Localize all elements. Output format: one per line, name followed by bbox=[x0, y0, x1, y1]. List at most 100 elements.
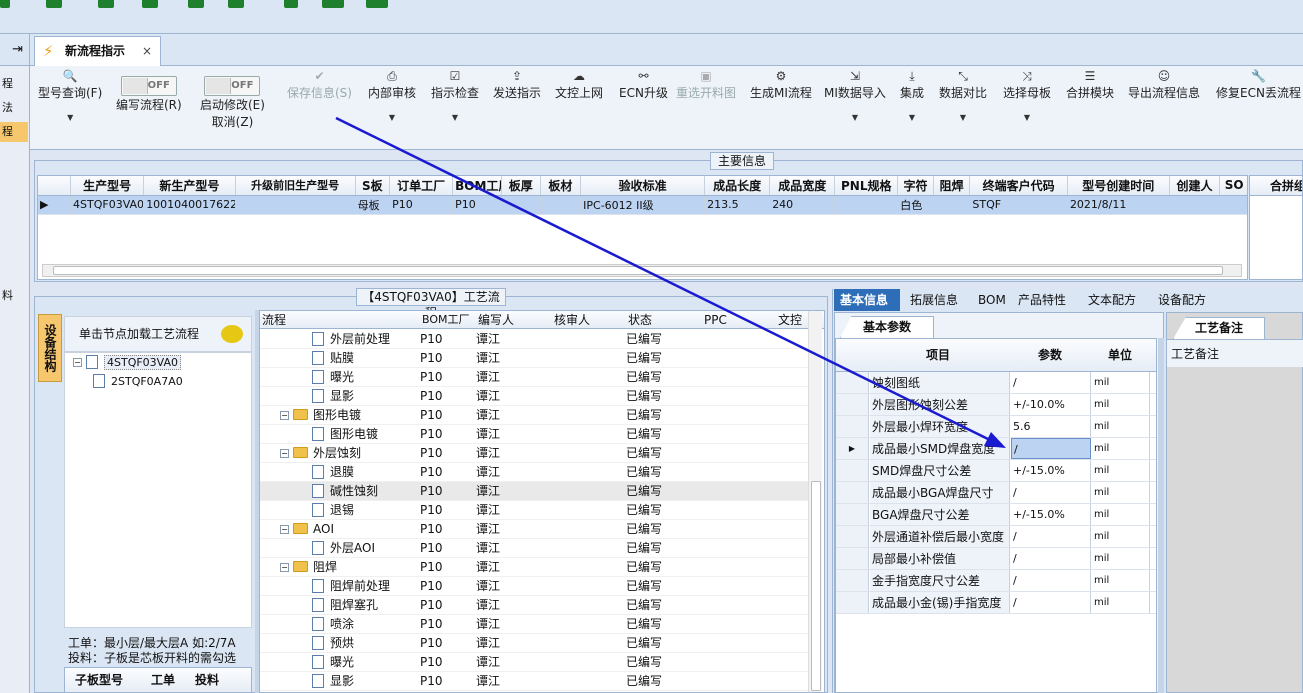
param-row[interactable]: SMD焊盘尺寸公差 +/-15.0% mil bbox=[836, 460, 1156, 482]
cell[interactable]: 白色 bbox=[897, 195, 934, 215]
param-value[interactable]: / bbox=[1011, 372, 1091, 393]
flow-row[interactable]: 碱性蚀刻 P10 谭江 已编写 bbox=[260, 482, 808, 501]
nav-item[interactable]: 料 bbox=[0, 286, 28, 306]
flow-row[interactable]: 阻焊塞孔 P10 谭江 已编写 bbox=[260, 596, 808, 615]
param-row[interactable]: BGA焊盘尺寸公差 +/-15.0% mil bbox=[836, 504, 1156, 526]
param-row[interactable]: 外层通道补偿后最小宽度 / mil bbox=[836, 526, 1156, 548]
cell[interactable] bbox=[235, 195, 356, 215]
dropdown-arrow-icon[interactable]: ▼ bbox=[900, 113, 924, 122]
param-row[interactable]: 外层图形蚀刻公差 +/-10.0% mil bbox=[836, 394, 1156, 416]
dropdown-arrow-icon[interactable]: ▼ bbox=[824, 113, 886, 122]
vertical-scrollbar[interactable] bbox=[808, 311, 822, 692]
column-header[interactable]: 板材 bbox=[540, 176, 582, 196]
cell[interactable]: 4STQF03VA0 bbox=[70, 195, 145, 215]
cell[interactable] bbox=[540, 195, 582, 215]
report-icon[interactable] bbox=[322, 0, 344, 8]
column-header[interactable]: 生产型号 bbox=[70, 176, 145, 196]
column-header[interactable]: 成品宽度 bbox=[769, 176, 836, 196]
flow-grid[interactable]: 流程 BOM工厂 编写人 核审人 状态 PPC 文控 外层前处理 P10 谭江 已编写… bbox=[259, 310, 825, 693]
right-tab[interactable]: 产品特性 bbox=[1012, 289, 1078, 311]
reselect-cutting-button[interactable]: ▣ 重选开料图 bbox=[676, 68, 736, 101]
dropdown-arrow-icon[interactable]: ▼ bbox=[368, 113, 416, 122]
cell[interactable]: 213.5 bbox=[704, 195, 771, 215]
flow-row[interactable]: 喷涂 P10 谭江 已编写 bbox=[260, 615, 808, 634]
collapse-icon[interactable]: − bbox=[280, 411, 289, 420]
tools-icon[interactable] bbox=[98, 0, 114, 8]
column-header[interactable]: 字符 bbox=[897, 176, 934, 196]
splitter[interactable] bbox=[1158, 338, 1164, 693]
column-header[interactable]: 订单工厂 bbox=[389, 176, 454, 196]
flow-row[interactable]: 图形电镀 P10 谭江 已编写 bbox=[260, 425, 808, 444]
flow-row[interactable]: − AOI P10 谭江 已编写 bbox=[260, 520, 808, 539]
cell[interactable] bbox=[501, 195, 541, 215]
flow-row[interactable]: 外层前处理 P10 谭江 已编写 bbox=[260, 330, 808, 349]
flow-row[interactable]: 显影 P10 谭江 已编写 bbox=[260, 387, 808, 406]
bottle-icon[interactable] bbox=[284, 0, 298, 8]
right-tab[interactable]: 基本信息 bbox=[834, 289, 900, 311]
model-tree[interactable]: −4STQF03VA0 2STQF0A7A0 bbox=[64, 352, 252, 628]
column-header[interactable]: 阻焊 bbox=[933, 176, 971, 196]
export-flow-info-button[interactable]: ☺ 导出流程信息 bbox=[1128, 68, 1200, 101]
flow-row[interactable]: 显影 P10 谭江 已编写 bbox=[260, 672, 808, 691]
edit-flow-toggle[interactable]: OFF 编写流程(R) bbox=[116, 76, 182, 113]
flow-row[interactable]: − 阻焊 P10 谭江 已编写 bbox=[260, 558, 808, 577]
flow-row[interactable]: 退膜 P10 谭江 已编写 bbox=[260, 463, 808, 482]
column-header[interactable]: PNL规格 bbox=[834, 176, 899, 196]
start-edit-toggle[interactable]: OFF 启动修改(E) 取消(Z) bbox=[200, 76, 265, 130]
collapse-icon[interactable]: − bbox=[280, 449, 289, 458]
collapse-icon[interactable]: − bbox=[73, 358, 82, 367]
flow-row[interactable]: − 外层蚀刻 P10 谭江 已编写 bbox=[260, 444, 808, 463]
collapse-icon[interactable]: − bbox=[280, 563, 289, 572]
param-row[interactable]: 外层最小焊环宽度 5.6 mil bbox=[836, 416, 1156, 438]
tab-close-icon[interactable]: × bbox=[142, 37, 152, 65]
param-row[interactable]: 蚀刻图纸 / mil bbox=[836, 372, 1156, 394]
scrollbar-thumb[interactable] bbox=[53, 266, 1223, 275]
horizontal-scrollbar[interactable] bbox=[42, 264, 1242, 277]
export-icon[interactable] bbox=[366, 0, 388, 8]
flow-row[interactable]: 阻焊前处理 P10 谭江 已编写 bbox=[260, 577, 808, 596]
save-icon[interactable] bbox=[142, 0, 158, 8]
param-row[interactable]: ▶ 成品最小SMD焊盘宽度 / mil bbox=[836, 438, 1156, 460]
generate-mi-button[interactable]: ⚙ 生成MI流程 bbox=[750, 68, 812, 101]
cell[interactable]: 10010400176221 bbox=[143, 195, 236, 215]
ecn-upgrade-button[interactable]: ⚯ ECN升级 bbox=[619, 68, 668, 101]
param-row[interactable]: 局部最小补偿值 / mil bbox=[836, 548, 1156, 570]
flow-row[interactable]: − 图形电镀 P10 谭江 已编写 bbox=[260, 406, 808, 425]
param-value[interactable]: +/-15.0% bbox=[1011, 460, 1091, 481]
flow-row[interactable]: 预烘 P10 谭江 已编写 bbox=[260, 634, 808, 653]
cell[interactable] bbox=[1169, 195, 1221, 215]
nav-item[interactable]: 程 bbox=[0, 74, 28, 94]
param-value[interactable]: +/-10.0% bbox=[1011, 394, 1091, 415]
cell[interactable]: P10 bbox=[389, 195, 454, 215]
tab-process-notes[interactable]: 工艺备注 bbox=[1173, 317, 1265, 339]
column-header[interactable]: BOM工厂 bbox=[452, 176, 502, 196]
cell[interactable]: STQF bbox=[969, 195, 1068, 215]
param-row[interactable]: 金手指宽度尺寸公差 / mil bbox=[836, 570, 1156, 592]
cell[interactable]: 2021/8/11 bbox=[1067, 195, 1170, 215]
right-tab[interactable]: 设备配方 bbox=[1152, 289, 1216, 311]
params-grid[interactable]: 项目 参数 单位 蚀刻图纸 / mil 外层图形蚀刻公差 +/-10.0% mil 外层最小… bbox=[835, 338, 1157, 693]
chart-icon[interactable] bbox=[228, 0, 244, 8]
param-row[interactable]: 成品最小BGA焊盘尺寸 / mil bbox=[836, 482, 1156, 504]
login-icon[interactable]: ⇥ bbox=[0, 34, 29, 66]
cell[interactable]: 240 bbox=[769, 195, 836, 215]
dropdown-arrow-icon[interactable]: ▼ bbox=[431, 113, 479, 122]
param-value[interactable]: +/-15.0% bbox=[1011, 504, 1091, 525]
copy-icon[interactable] bbox=[188, 0, 204, 8]
mi-import-button[interactable]: ⇲ MI数据导入 ▼ bbox=[824, 68, 886, 122]
send-instruction-button[interactable]: ⇪ 发送指示 bbox=[493, 68, 541, 101]
dropdown-arrow-icon[interactable]: ▼ bbox=[939, 113, 987, 122]
main-info-grid[interactable]: 生产型号新生产型号升级前旧生产型号S板订单工厂BOM工厂板厚板材验收标准成品长度… bbox=[37, 175, 1248, 280]
internal-review-button[interactable]: ⎙ 内部审核 ▼ bbox=[368, 68, 416, 122]
right-tab[interactable]: 文本配方 bbox=[1082, 289, 1148, 311]
tree-node-child[interactable]: 2STQF0A7A0 bbox=[93, 372, 183, 391]
cell[interactable]: P10 bbox=[452, 195, 502, 215]
param-row[interactable]: 成品最小金(锡)手指宽度 / mil bbox=[836, 592, 1156, 614]
flow-row[interactable]: 退锡 P10 谭江 已编写 bbox=[260, 501, 808, 520]
cell[interactable] bbox=[834, 195, 899, 215]
flow-row[interactable]: 曝光 P10 谭江 已编写 bbox=[260, 368, 808, 387]
merge-module-button[interactable]: ☰ 合拼模块 bbox=[1066, 68, 1114, 101]
cell[interactable] bbox=[1219, 195, 1247, 215]
cell[interactable]: 母板 bbox=[355, 195, 391, 215]
flow-row[interactable]: 外层AOI P10 谭江 已编写 bbox=[260, 539, 808, 558]
